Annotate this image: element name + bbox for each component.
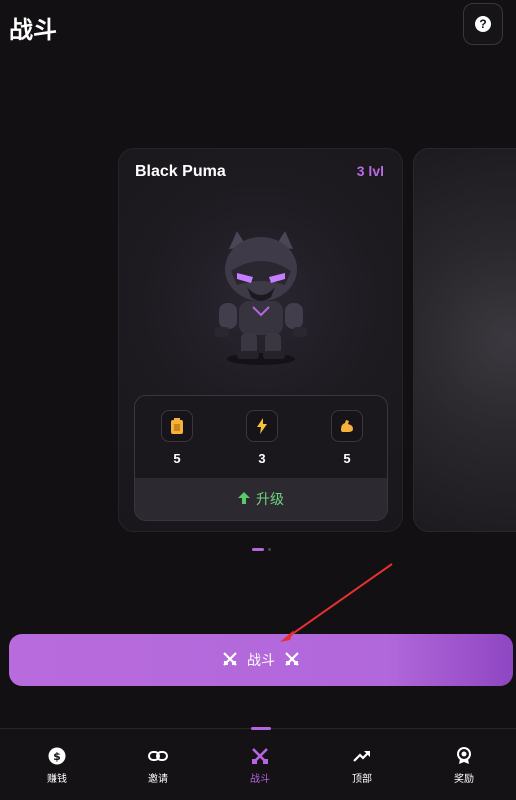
- black-puma-character-image: [215, 231, 307, 365]
- battery-icon: [161, 410, 193, 442]
- crossed-swords-icon: [223, 651, 237, 669]
- lightning-icon: [246, 410, 278, 442]
- character-level: 3 lvl: [356, 163, 384, 179]
- fight-button-label: 战斗: [247, 652, 275, 668]
- crossed-swords-icon: [230, 747, 290, 765]
- stat-battery: 5: [147, 410, 207, 466]
- carousel-indicator: [252, 548, 271, 551]
- svg-text:$: $: [53, 750, 61, 763]
- nav-active-indicator: [251, 727, 271, 730]
- link-icon: [128, 747, 188, 765]
- stat-energy: 3: [232, 410, 292, 466]
- nav-item-top[interactable]: 顶部: [332, 747, 392, 785]
- upgrade-label: 升级: [256, 491, 284, 507]
- medal-icon: [434, 747, 494, 765]
- nav-item-invite[interactable]: 邀请: [128, 747, 188, 785]
- dollar-icon: $: [27, 747, 87, 765]
- upgrade-button[interactable]: 升级: [135, 478, 387, 520]
- carousel-dot: [268, 548, 271, 551]
- next-character-card[interactable]: [413, 148, 516, 532]
- fight-button[interactable]: 战斗: [9, 634, 513, 686]
- help-icon: ?: [475, 16, 491, 32]
- nav-item-rewards[interactable]: 奖励: [434, 747, 494, 785]
- nav-item-earn[interactable]: $ 赚钱: [27, 747, 87, 785]
- carousel-dot-active: [252, 548, 264, 551]
- help-button[interactable]: ?: [463, 3, 503, 45]
- stat-strength: 5: [317, 410, 377, 466]
- page-title: 战斗: [9, 17, 57, 44]
- crossed-swords-icon: [285, 651, 299, 669]
- muscle-icon: [331, 410, 363, 442]
- trending-up-icon: [332, 747, 392, 765]
- character-name: Black Puma: [135, 163, 226, 180]
- nav-item-fight[interactable]: 战斗: [230, 747, 290, 785]
- character-card[interactable]: Black Puma 3 lvl 5 3 5 升级: [118, 148, 403, 532]
- bottom-navigation: $ 赚钱 邀请 战斗 顶部 奖励: [0, 727, 516, 800]
- arrow-up-icon: [238, 491, 250, 507]
- stats-panel: 5 3 5 升级: [134, 395, 388, 521]
